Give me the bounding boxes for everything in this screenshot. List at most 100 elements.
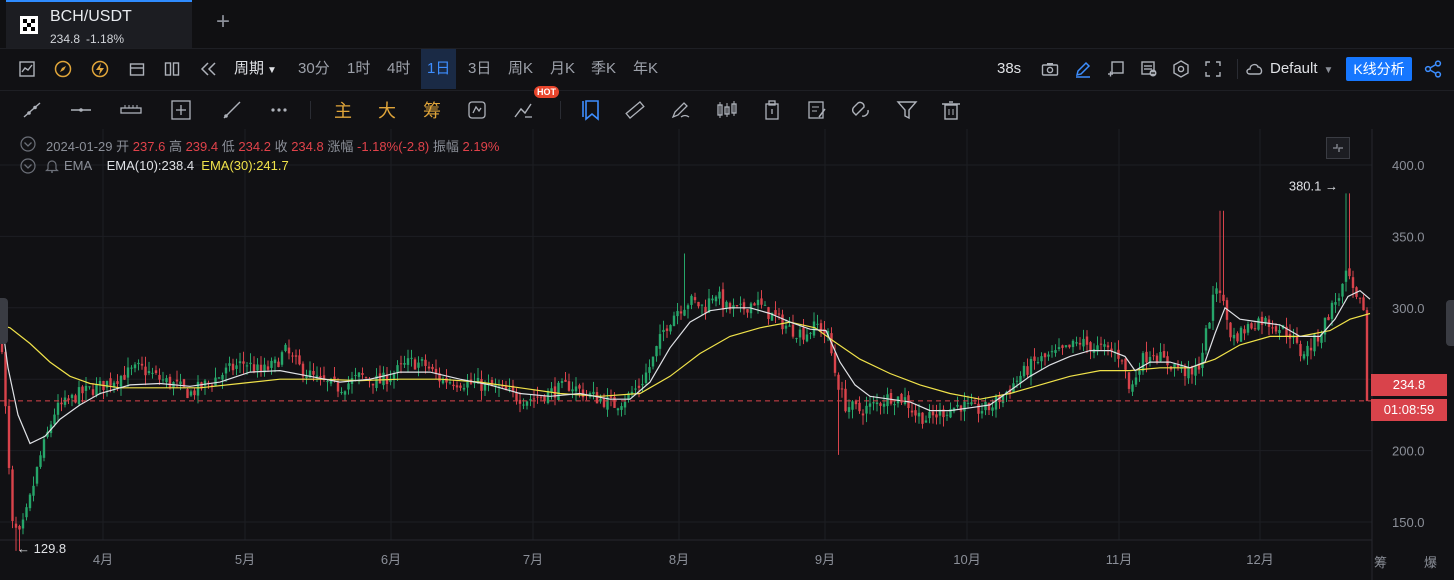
collapse-chart-icon[interactable] bbox=[1326, 137, 1350, 159]
candle-body bbox=[1047, 354, 1050, 357]
candle-body bbox=[1103, 344, 1106, 347]
measure-icon[interactable] bbox=[170, 99, 192, 121]
liquidation-label[interactable]: 爆 bbox=[1424, 552, 1437, 571]
candle-body bbox=[1043, 353, 1047, 358]
collapse-legend-icon[interactable] bbox=[20, 136, 36, 152]
candle-body bbox=[1334, 302, 1337, 305]
candle-body bbox=[378, 373, 382, 384]
more-icon[interactable] bbox=[268, 99, 290, 121]
candle-body bbox=[410, 357, 413, 359]
candle-body bbox=[70, 394, 74, 398]
x-tick-label: 5月 bbox=[235, 552, 255, 567]
chart-type-icon[interactable] bbox=[19, 61, 35, 77]
candle-body bbox=[431, 366, 434, 370]
tf-3d[interactable]: 3日 bbox=[468, 49, 491, 89]
trash-icon[interactable] bbox=[940, 99, 962, 121]
candle-body bbox=[1243, 329, 1246, 334]
filter-icon[interactable] bbox=[896, 99, 918, 121]
trend-line-icon[interactable] bbox=[21, 99, 43, 121]
chip-distribution-label[interactable]: 筹 bbox=[1374, 552, 1387, 571]
collapse-ema-icon[interactable] bbox=[20, 158, 36, 174]
camera-icon[interactable] bbox=[1041, 61, 1059, 77]
theme-dropdown[interactable]: Default ▼ bbox=[1270, 49, 1333, 89]
candle-body bbox=[1330, 302, 1334, 319]
chip-button[interactable]: 筹 bbox=[423, 97, 441, 123]
horizontal-line-icon[interactable] bbox=[70, 99, 92, 121]
candle-body bbox=[1358, 297, 1362, 299]
candle-body bbox=[683, 309, 686, 316]
add-panel-icon[interactable] bbox=[1107, 60, 1125, 78]
ruler-grid-icon[interactable] bbox=[120, 99, 142, 121]
signal-icon[interactable] bbox=[512, 99, 534, 121]
candle-body bbox=[326, 381, 329, 383]
candlestick-chart[interactable]: 4月5月6月7月8月9月10月11月12月150.0200.0250.0300.… bbox=[0, 129, 1454, 580]
candle-body bbox=[728, 303, 732, 310]
ruler-icon[interactable] bbox=[624, 99, 646, 121]
tf-1d[interactable]: 1日 bbox=[421, 49, 457, 89]
flash-icon[interactable] bbox=[91, 60, 109, 78]
candle-body bbox=[1085, 336, 1089, 345]
candle-body bbox=[882, 403, 886, 407]
chart-background bbox=[0, 129, 1454, 580]
compass-icon[interactable] bbox=[54, 60, 72, 78]
tab-symbol: BCH/USDT bbox=[50, 8, 132, 25]
tf-4h[interactable]: 4时 bbox=[387, 49, 410, 89]
candle-body bbox=[739, 303, 742, 305]
rewind-icon[interactable] bbox=[200, 61, 218, 77]
k-analysis-button[interactable]: K线分析 bbox=[1346, 57, 1412, 81]
big-order-button[interactable]: 大 bbox=[378, 97, 396, 123]
candle-body bbox=[963, 401, 966, 412]
pen-icon[interactable] bbox=[1074, 60, 1092, 78]
split-view-icon[interactable] bbox=[164, 61, 180, 77]
candle-body bbox=[238, 361, 242, 364]
tab-bch-usdt[interactable]: BCH/USDT 234.8 -1.18% bbox=[6, 0, 192, 48]
candle-body bbox=[11, 469, 14, 522]
candle-body bbox=[620, 406, 623, 410]
bell-icon[interactable] bbox=[45, 158, 59, 173]
tf-quarter[interactable]: 季K bbox=[591, 49, 616, 89]
screenshot-minus-icon[interactable] bbox=[1140, 60, 1158, 78]
candle-body bbox=[189, 391, 193, 396]
candle-body bbox=[970, 402, 973, 405]
candle-body bbox=[221, 374, 224, 380]
x-tick-label: 12月 bbox=[1246, 552, 1273, 567]
candle-body bbox=[242, 361, 245, 364]
y-tick-label: 200.0 bbox=[1392, 444, 1425, 459]
candle-body bbox=[833, 352, 837, 373]
share-icon[interactable] bbox=[1424, 60, 1442, 78]
bookmark-icon[interactable] bbox=[581, 99, 603, 121]
ray-line-icon[interactable] bbox=[221, 99, 243, 121]
refresh-countdown: 38s bbox=[997, 60, 1022, 77]
new-tab-button[interactable]: + bbox=[216, 10, 230, 34]
candle-body bbox=[1036, 362, 1040, 364]
tf-year[interactable]: 年K bbox=[633, 49, 658, 89]
right-collapse-handle[interactable] bbox=[1446, 300, 1454, 346]
tf-1w[interactable]: 周K bbox=[508, 49, 533, 89]
candle-body bbox=[1274, 326, 1278, 332]
tf-30m[interactable]: 30分 bbox=[298, 49, 330, 89]
tf-1M[interactable]: 月K bbox=[550, 49, 575, 89]
candle-body bbox=[546, 390, 550, 403]
legend-change-label: 涨幅 bbox=[327, 139, 354, 154]
candle-body bbox=[1309, 347, 1313, 351]
brush-icon[interactable] bbox=[669, 99, 691, 121]
layout-icon[interactable] bbox=[129, 61, 145, 77]
left-collapse-handle[interactable] bbox=[0, 298, 8, 344]
tf-1h[interactable]: 1时 bbox=[347, 49, 370, 89]
settings-icon[interactable] bbox=[1172, 60, 1190, 78]
edit-note-icon[interactable] bbox=[806, 99, 828, 121]
candle-body bbox=[144, 366, 147, 376]
magnet-icon[interactable] bbox=[850, 99, 872, 121]
cloud-icon[interactable] bbox=[1245, 61, 1265, 77]
candle-body bbox=[641, 383, 644, 386]
clipboard-icon[interactable] bbox=[761, 99, 783, 121]
fullscreen-icon[interactable] bbox=[1204, 60, 1222, 78]
candles-icon[interactable] bbox=[716, 99, 738, 121]
main-indicator-button[interactable]: 主 bbox=[334, 97, 352, 123]
period-dropdown[interactable]: 周期 ▼ bbox=[234, 49, 277, 89]
candle-body bbox=[1145, 351, 1148, 363]
compare-icon[interactable] bbox=[466, 99, 488, 121]
candle-body bbox=[1302, 354, 1306, 359]
candle-body bbox=[777, 313, 781, 315]
candle-body bbox=[1152, 355, 1155, 357]
